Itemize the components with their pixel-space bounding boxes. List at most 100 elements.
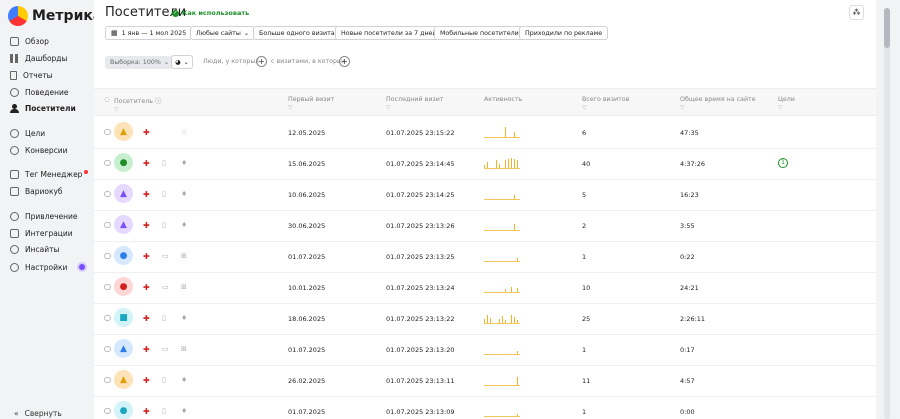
add-visits-filter-button[interactable]: + xyxy=(339,56,350,67)
table-row[interactable]: ▲ ✚ ☆ 12.05.2025 01.07.2025 23:15:22 6 47:35 xyxy=(94,118,876,149)
table-row[interactable]: ● ✚ ▯ ♦ 01.07.2025 01.07.2025 23:13:09 1 0:00 xyxy=(94,397,876,419)
column-visitor[interactable]: Посетитель ⓘ ▽ xyxy=(114,96,161,113)
sidebar-item-label: Инсайты xyxy=(25,244,60,254)
scroll-thumb[interactable] xyxy=(884,8,890,48)
sites-select[interactable]: Любые сайты ⌄ xyxy=(190,26,256,40)
first-visit: 12.05.2025 xyxy=(288,129,326,137)
sidebar-item[interactable]: Инсайты xyxy=(10,243,59,255)
device-icon: ▯ xyxy=(162,314,166,322)
visitor-avatar[interactable]: ▲ xyxy=(114,370,133,389)
goals-badge[interactable]: 1 xyxy=(778,158,788,168)
activity-sparkline xyxy=(484,126,520,138)
sidebar-item[interactable]: Тег Менеджер xyxy=(10,168,89,180)
sample-select[interactable]: Выборка: 100% ⌄ xyxy=(105,56,175,69)
table-row[interactable]: ■ ✚ ▯ ♦ 18.06.2025 01.07.2025 23:13:22 25 2:26:… xyxy=(94,304,876,335)
sidebar-item[interactable]: Обзор xyxy=(10,35,49,47)
comment-icon[interactable] xyxy=(104,129,111,135)
sidebar-item[interactable]: Дашборды xyxy=(10,52,67,64)
activity-bar xyxy=(505,289,506,292)
add-people-filter-button[interactable]: + xyxy=(256,56,267,67)
scroll-track[interactable] xyxy=(884,8,890,419)
sidebar-item[interactable]: Вариокуб xyxy=(10,185,63,197)
sidebar-item[interactable]: Привлечение xyxy=(10,210,78,222)
table-row[interactable]: ▲ ✚ ▭ ⊞ 01.07.2025 01.07.2025 23:13:20 1 0:17 xyxy=(94,335,876,366)
total-time: 3:55 xyxy=(680,222,695,230)
person-icon xyxy=(10,103,19,113)
comment-icon[interactable] xyxy=(104,222,111,228)
comment-icon[interactable] xyxy=(104,315,111,321)
comment-icon[interactable] xyxy=(104,253,111,259)
visitor-avatar[interactable]: ▲ xyxy=(114,215,133,234)
visitor-avatar[interactable]: ● xyxy=(114,277,133,296)
comment-icon[interactable] xyxy=(104,160,111,166)
sidebar-item[interactable]: Цели xyxy=(10,127,45,139)
comment-icon[interactable] xyxy=(104,284,111,290)
apps-button[interactable]: ⁂ xyxy=(849,5,864,20)
segment-button[interactable]: Приходили по рекламе xyxy=(519,26,609,40)
table-row[interactable]: ● ✚ ▭ ⊞ 01.07.2025 01.07.2025 23:13:25 1 0:22 xyxy=(94,242,876,273)
sidebar-item-label: Отчеты xyxy=(23,70,53,80)
chevron-down-icon: ⌄ xyxy=(163,59,170,66)
os-icon: ⊞ xyxy=(181,252,187,260)
integration-icon xyxy=(10,228,19,238)
collapse-label: Свернуть xyxy=(24,409,62,418)
tag-icon xyxy=(10,169,19,179)
date-range-button[interactable]: ▦ 1 янв — 1 мол 2025 xyxy=(105,26,193,40)
sites-label: Любые сайты xyxy=(196,29,241,37)
visitor-avatar[interactable]: ▲ xyxy=(114,184,133,203)
visitor-avatar[interactable]: ■ xyxy=(114,308,133,327)
sidebar-item[interactable]: Посетители xyxy=(10,102,76,114)
visitor-avatar[interactable]: ● xyxy=(114,153,133,172)
segment-button[interactable]: Новые посетители за 7 дней xyxy=(335,26,443,40)
total-time: 47:35 xyxy=(680,129,699,137)
table-row[interactable]: ▲ ✚ ▯ ♦ 30.06.2025 01.07.2025 23:13:26 2 3:55 xyxy=(94,211,876,242)
column-label: Всего визитов xyxy=(582,96,630,103)
column-goals[interactable]: Цели ▽ xyxy=(778,96,795,111)
scrollbar[interactable] xyxy=(876,0,900,419)
table-row[interactable]: ● ✚ ▯ ♦ 15.06.2025 01.07.2025 23:14:45 40 4:37:… xyxy=(94,149,876,180)
activity-sparkline xyxy=(484,374,520,386)
table-row[interactable]: ● ✚ ▭ ⊞ 10.01.2025 01.07.2025 23:13:24 10 24:21 xyxy=(94,273,876,304)
segment-button[interactable]: Мобильные посетители xyxy=(434,26,525,40)
visitor-avatar[interactable]: ▲ xyxy=(114,339,133,358)
calendar-icon: ▦ xyxy=(111,29,118,37)
table-row[interactable]: ▲ ✚ ▯ ♦ 26.02.2025 01.07.2025 23:13:11 11 4:57 xyxy=(94,366,876,397)
sidebar-item[interactable]: Поведение xyxy=(10,86,68,98)
first-visit: 01.07.2025 xyxy=(288,253,326,261)
visitor-avatar[interactable]: ● xyxy=(114,401,133,419)
column-last-visit[interactable]: Последний визит ▽ xyxy=(386,96,444,111)
comment-icon[interactable] xyxy=(104,408,111,414)
how-to-link[interactable]: ✓ Как использовать xyxy=(172,9,249,17)
comment-icon[interactable] xyxy=(104,191,111,197)
collapse-icon: « xyxy=(14,409,19,418)
total-visits: 2 xyxy=(582,222,587,230)
device-icon: ▯ xyxy=(162,159,166,167)
total-time: 4:57 xyxy=(680,377,695,385)
sample-label: Выборка: 100% xyxy=(110,59,161,66)
collapse-button[interactable]: « Свернуть xyxy=(14,409,62,418)
segment-button[interactable]: Больше одного визита xyxy=(253,26,341,40)
table-row[interactable]: ▲ ✚ ▯ ♦ 10.06.2025 01.07.2025 23:14:25 5 16:23 xyxy=(94,180,876,211)
activity-bar xyxy=(487,315,488,323)
sidebar-item[interactable]: Отчеты xyxy=(10,69,53,81)
last-visit: 01.07.2025 23:13:11 xyxy=(386,377,455,385)
chart-type-select[interactable]: ◕ ⌄ xyxy=(171,55,193,69)
visitor-avatar[interactable]: ● xyxy=(114,246,133,265)
activity-bar xyxy=(508,159,509,168)
column-activity[interactable]: Активность xyxy=(484,96,522,103)
sidebar-item[interactable]: Конверсии xyxy=(10,144,67,156)
comment-icon[interactable] xyxy=(104,346,111,352)
column-total-visits[interactable]: Всего визитов ▽ xyxy=(582,96,629,111)
last-visit: 01.07.2025 23:14:25 xyxy=(386,191,455,199)
sidebar-item[interactable]: Настройки xyxy=(10,261,86,273)
visitor-avatar[interactable]: ▲ xyxy=(114,122,133,141)
column-first-visit[interactable]: Первый визит ▽ xyxy=(288,96,334,111)
column-total-time[interactable]: Общее время на сайте ▽ xyxy=(680,96,756,111)
info-icon: ✓ xyxy=(172,9,179,17)
comment-icon[interactable] xyxy=(104,377,111,383)
sidebar-item[interactable]: Интеграции xyxy=(10,227,73,239)
sort-icon: ▽ xyxy=(114,106,119,113)
logo[interactable]: Метрика xyxy=(8,6,102,26)
header-comment-icon: ◌ xyxy=(104,96,110,103)
total-visits: 25 xyxy=(582,315,591,323)
